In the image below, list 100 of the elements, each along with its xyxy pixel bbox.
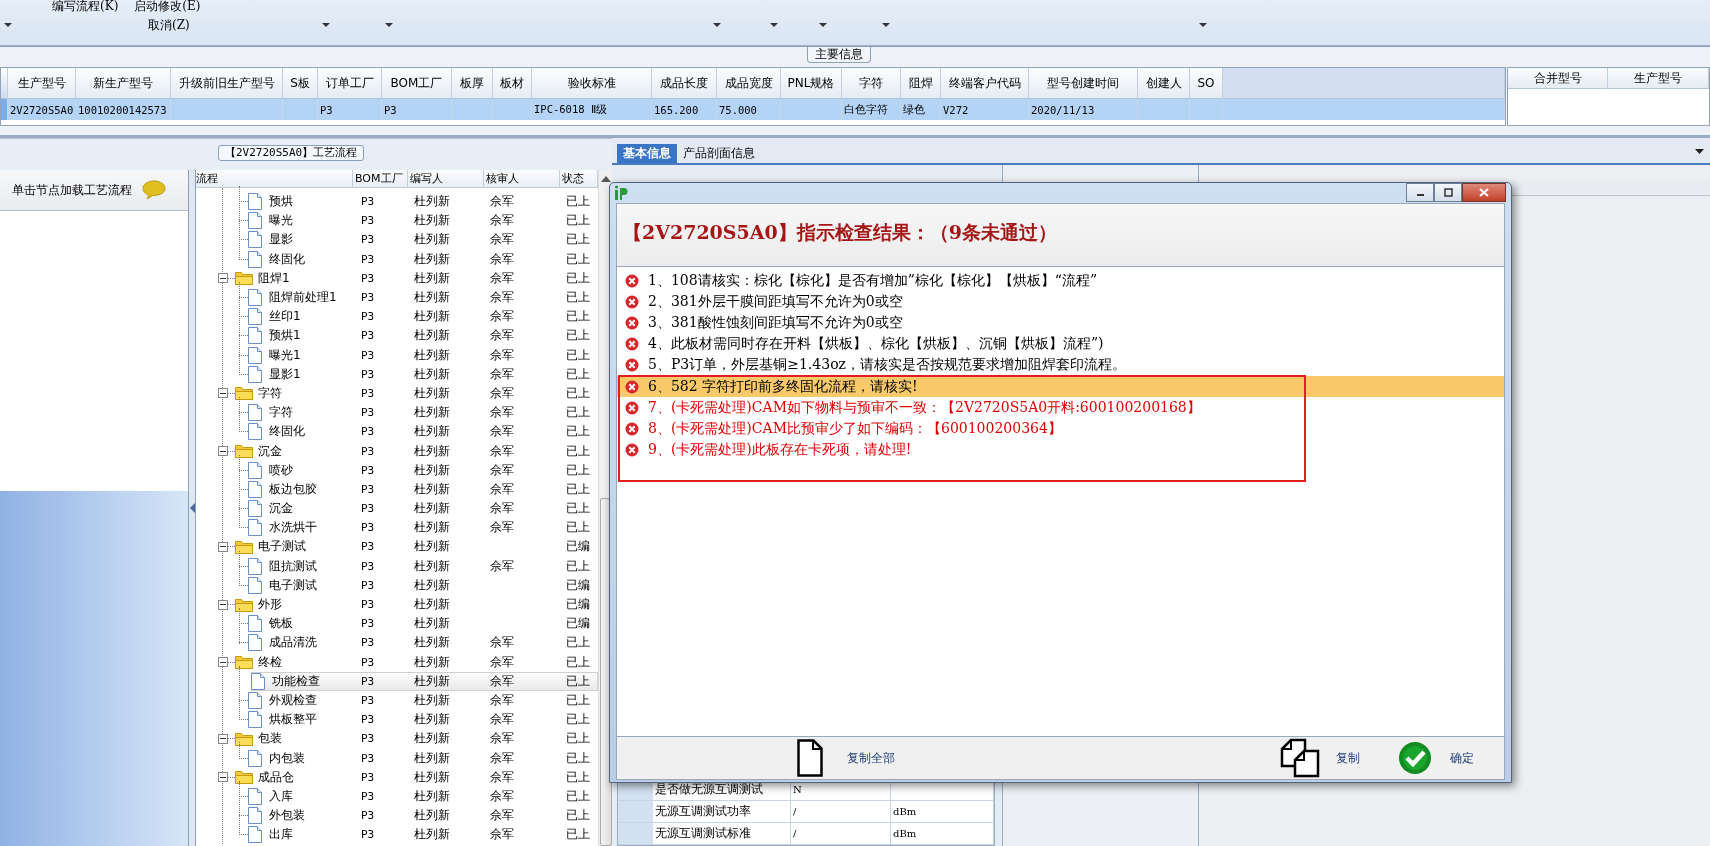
tree-row[interactable]: 丝印1 P3 杜列新 佘军 已上 (196, 307, 598, 327)
column-header[interactable]: 终端客户代码 (941, 68, 1029, 99)
column-header[interactable]: 生产型号 (1608, 68, 1709, 89)
column-header[interactable]: 成品长度 (652, 68, 717, 99)
result-item[interactable]: 7、(卡死需处理)CAM如下物料与预审不一致：【2V2720S5A0开料:600100200168】 (617, 397, 1504, 419)
tree-row[interactable]: 阻焊前处理1 P3 杜列新 佘军 已上 (196, 287, 598, 308)
column-header[interactable]: BOM工厂 (353, 170, 408, 187)
column-header[interactable]: 新生产型号 (76, 68, 171, 99)
collapse-toggle[interactable] (218, 772, 228, 783)
column-header[interactable]: 核审人 (484, 170, 560, 187)
tree-row[interactable]: 铣板 P3 杜列新 已编 (196, 614, 598, 634)
tree-row[interactable]: 包装 P3 杜列新 佘军 已上 (196, 729, 598, 749)
column-header[interactable]: 创建人 (1138, 68, 1190, 99)
collapse-toggle[interactable] (218, 733, 228, 744)
tree-row[interactable]: 终固化 P3 杜列新 佘军 已上 (196, 249, 598, 269)
dropdown-caret-icon[interactable] (769, 23, 778, 27)
tree-row[interactable]: 曝光1 P3 杜列新 佘军 已上 (196, 345, 598, 365)
column-header[interactable]: 验收标准 (532, 68, 652, 99)
tree-row[interactable]: 终检 P3 杜列新 佘军 已上 (196, 652, 598, 672)
tree-row[interactable]: 板边包胶 P3 杜列新 佘军 已上 (196, 479, 598, 499)
tree-row[interactable]: 阻抗测试 P3 杜列新 佘军 已上 (196, 556, 598, 576)
tree-row[interactable]: 成品仓 P3 杜列新 佘军 已上 (196, 767, 598, 787)
tab[interactable]: 基本信息 (617, 144, 677, 163)
tree-row[interactable]: 显影 P3 杜列新 佘军 已上 (196, 230, 598, 250)
column-header[interactable]: PNL规格 (781, 68, 842, 99)
column-header[interactable]: S板 (283, 68, 318, 99)
column-header[interactable]: 字符 (842, 68, 901, 99)
dropdown-caret-icon[interactable] (384, 23, 393, 27)
tree-row[interactable]: 电子测试 P3 杜列新 已编 (196, 537, 598, 557)
tree-row[interactable]: 字符 P3 杜列新 佘军 已上 (196, 403, 598, 423)
collapse-toggle[interactable] (218, 657, 228, 668)
dropdown-caret-icon[interactable] (881, 23, 890, 27)
result-item[interactable]: 3、381酸性蚀刻间距填写不允许为0或空 (617, 312, 1504, 334)
close-button[interactable] (1462, 182, 1506, 202)
collapse-arrow-icon[interactable] (189, 503, 195, 513)
column-header[interactable]: SO (1190, 68, 1223, 99)
dropdown-caret-icon[interactable] (1695, 149, 1704, 154)
tree-row[interactable]: 外观检查 P3 杜列新 佘军 已上 (196, 690, 598, 711)
tree-row[interactable]: 烘板整平 P3 杜列新 佘军 已上 (196, 710, 598, 730)
maximize-button[interactable] (1434, 182, 1462, 202)
column-header[interactable]: 阻焊 (901, 68, 941, 99)
tree-row[interactable]: 外形 P3 杜列新 已编 (196, 594, 598, 615)
scroll-up-icon[interactable] (600, 176, 611, 182)
column-header[interactable]: 板厚 (452, 68, 493, 99)
tree-row[interactable]: 功能检查 P3 杜列新 佘军 已上 (251, 671, 598, 691)
column-header[interactable]: 合并型号 (1508, 68, 1608, 89)
dialog-button[interactable]: 确定 (1398, 741, 1474, 775)
tree-row[interactable]: 预烘1 P3 杜列新 佘军 已上 (196, 326, 598, 346)
tree-row[interactable]: 终固化 P3 杜列新 佘军 已上 (196, 422, 598, 442)
minimize-button[interactable] (1406, 182, 1434, 202)
tree-row[interactable]: 显影1 P3 杜列新 佘军 已上 (196, 364, 598, 384)
tree-row[interactable]: 阻焊1 P3 杜列新 佘军 已上 (196, 268, 598, 288)
menu-item[interactable]: 编写流程(K) (52, 0, 119, 15)
result-item[interactable]: 4、此板材需同时存在开料【烘板】、棕化【烘板】、沉铜【烘板】流程”) (617, 333, 1504, 355)
column-header[interactable]: 流程 (196, 170, 353, 187)
collapse-toggle[interactable] (218, 273, 228, 284)
column-header[interactable]: 订单工厂 (318, 68, 382, 99)
tree-row[interactable]: 沉金 P3 杜列新 佘军 已上 (196, 499, 598, 519)
tab[interactable]: 产品剖面信息 (677, 144, 761, 163)
menu-item[interactable]: 取消(Z) (148, 16, 190, 34)
column-header[interactable]: 编写人 (408, 170, 484, 187)
collapse-toggle[interactable] (218, 599, 228, 610)
collapse-toggle[interactable] (218, 446, 228, 457)
column-header[interactable]: 型号创建时间 (1029, 68, 1138, 99)
column-header[interactable]: 生产型号 (8, 68, 76, 99)
column-header[interactable]: 板材 (493, 68, 532, 99)
column-header[interactable]: BOM工厂 (382, 68, 452, 99)
collapse-toggle[interactable] (218, 388, 228, 399)
column-header[interactable]: 成品宽度 (717, 68, 781, 99)
tree-row[interactable]: 电子测试 P3 杜列新 已编 (196, 575, 598, 595)
table-cell-text: P3 (360, 385, 376, 402)
result-item[interactable]: 8、(卡死需处理)CAM比预审少了如下编码：【600100200364】 (617, 418, 1504, 440)
result-item[interactable]: 2、381外层干膜间距填写不允许为0或空 (617, 291, 1504, 313)
dropdown-caret-icon[interactable] (321, 23, 330, 27)
tree-row[interactable]: 入库 P3 杜列新 佘军 已上 (196, 786, 598, 806)
result-item[interactable]: 9、(卡死需处理)此板存在卡死项，请处理! (617, 439, 1504, 461)
result-item[interactable]: 5、P3订单，外层基铜≥1.43oz，请核实是否按规范要求增加阻焊套印流程。 (617, 354, 1504, 376)
tree-row[interactable]: 喷砂 P3 杜列新 佘军 已上 (196, 460, 598, 480)
menu-item[interactable]: 启动修改(E) (134, 0, 201, 15)
dropdown-caret-icon[interactable] (1198, 23, 1207, 27)
result-item[interactable]: 1、108请核实：棕化【棕化】是否有增加”棕化【棕化】【烘板】“流程” (617, 270, 1504, 292)
result-item[interactable]: 6、582 字符打印前多终固化流程，请核实! (617, 375, 1504, 398)
dropdown-caret-icon[interactable] (712, 23, 721, 27)
tree-row[interactable]: 出库 P3 杜列新 佘军 已上 (196, 825, 598, 845)
dropdown-caret-icon[interactable] (4, 23, 12, 27)
tree-row[interactable]: 成品清洗 P3 杜列新 佘军 已上 (196, 633, 598, 653)
tree-item-label: 终固化 (269, 250, 305, 268)
dialog-button[interactable]: 复制 (1280, 738, 1360, 778)
dropdown-caret-icon[interactable] (818, 23, 827, 27)
tree-row[interactable]: 曝光 P3 杜列新 佘军 已上 (196, 211, 598, 231)
table-cell-text: 杜列新 (413, 538, 451, 556)
tree-row[interactable]: 字符 P3 杜列新 佘军 已上 (196, 383, 598, 404)
collapse-toggle[interactable] (218, 541, 228, 552)
dialog-button[interactable]: 复制全部 (797, 739, 895, 777)
tree-row[interactable]: 外包装 P3 杜列新 佘军 已上 (196, 806, 598, 826)
column-header[interactable]: 升级前旧生产型号 (171, 68, 283, 99)
tree-row[interactable]: 内包装 P3 杜列新 佘军 已上 (196, 748, 598, 768)
tree-row[interactable]: 水洗烘干 P3 杜列新 佘军 已上 (196, 518, 598, 538)
tree-row[interactable]: 预烘 P3 杜列新 佘军 已上 (196, 192, 598, 212)
tree-row[interactable]: 沉金 P3 杜列新 佘军 已上 (196, 441, 598, 461)
